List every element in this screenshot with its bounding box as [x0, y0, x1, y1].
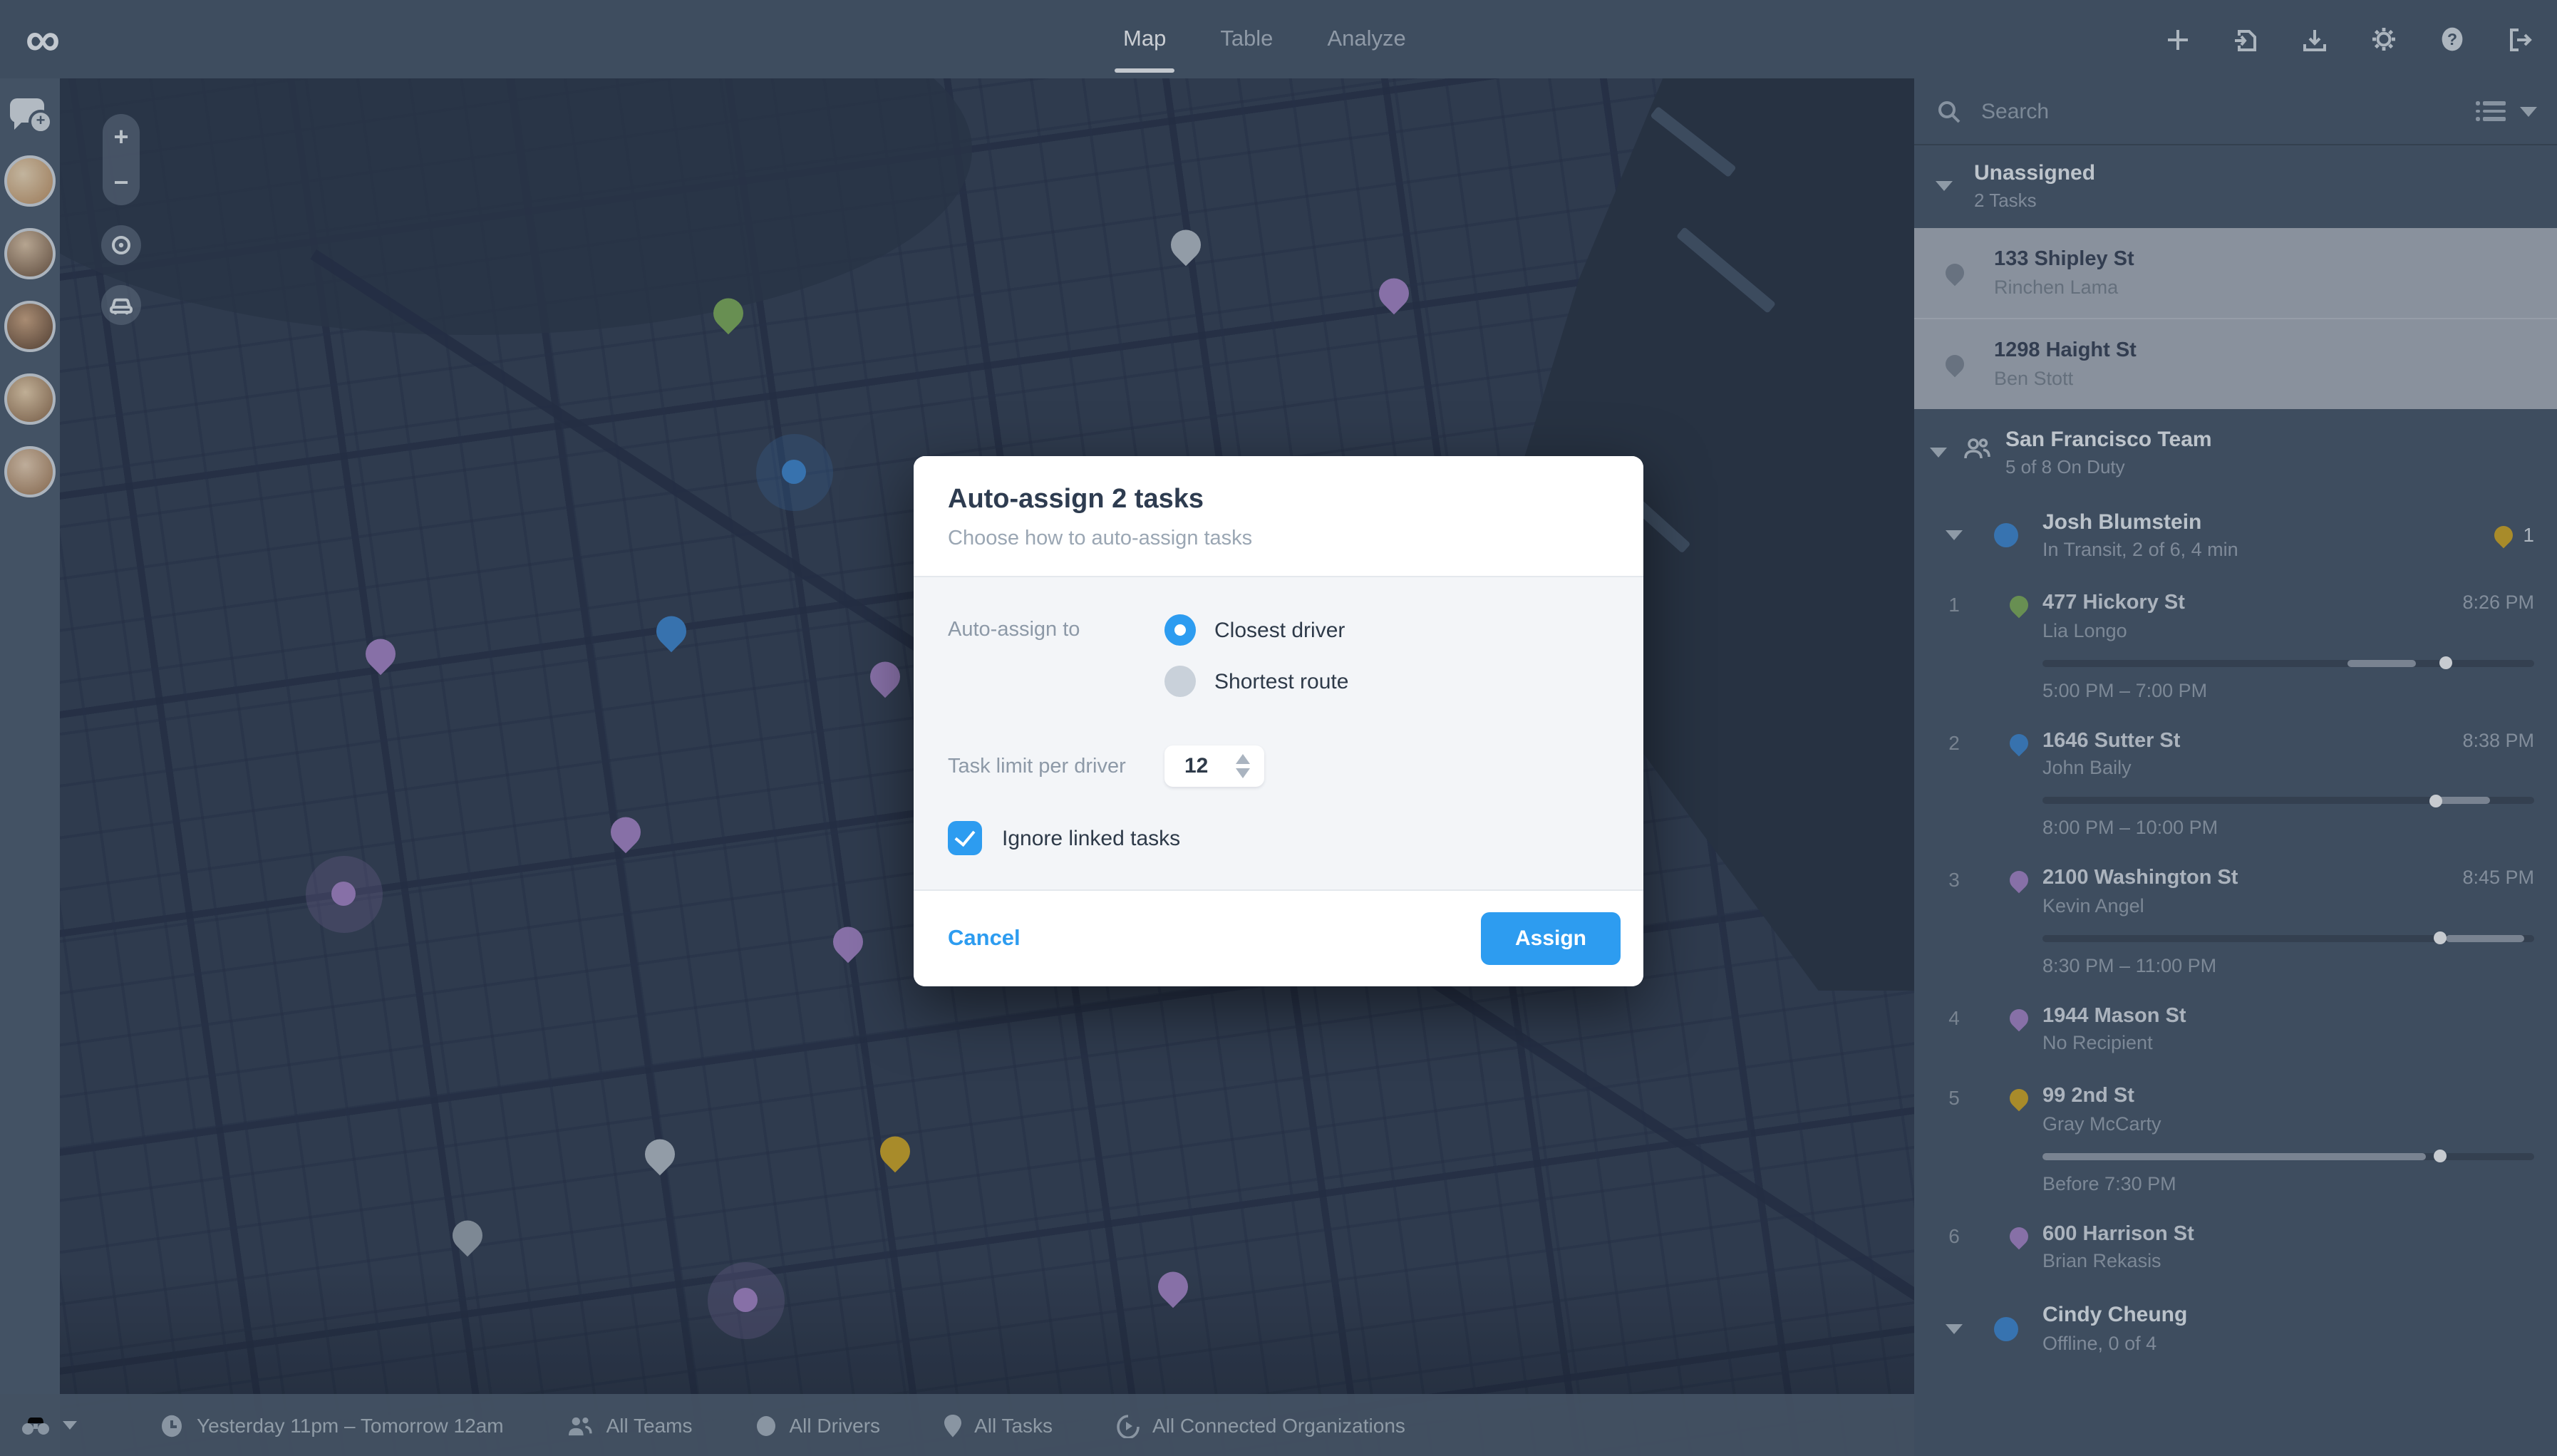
task-limit-label: Task limit per driver [948, 755, 1126, 778]
stepper-up-icon[interactable] [1236, 754, 1250, 764]
checkbox-label: Ignore linked tasks [1002, 826, 1181, 850]
modal-title: Auto-assign 2 tasks [948, 485, 1204, 515]
radio-closest-driver[interactable]: Closest driver [1164, 614, 1348, 646]
task-limit-value: 12 [1184, 754, 1209, 778]
stepper-down-icon[interactable] [1236, 768, 1250, 778]
onfleet-dashboard: + − ∞ Map Table Analyze ? + Search Unass… [0, 0, 2557, 1456]
radio-shortest-route[interactable]: Shortest route [1164, 666, 1348, 697]
task-limit-stepper[interactable]: 12 [1164, 745, 1264, 787]
checkbox-checked-icon[interactable] [948, 821, 982, 855]
auto-assign-modal: Auto-assign 2 tasks Choose how to auto-a… [914, 456, 1643, 986]
cancel-button[interactable]: Cancel [948, 926, 1021, 951]
ignore-linked-tasks-option[interactable]: Ignore linked tasks [948, 821, 1609, 855]
radio-unselected-icon [1164, 666, 1196, 697]
radio-label: Closest driver [1214, 618, 1345, 642]
assign-button[interactable]: Assign [1480, 912, 1621, 965]
radio-label: Shortest route [1214, 669, 1349, 693]
radio-selected-icon [1164, 614, 1196, 646]
modal-subtitle: Choose how to auto-assign tasks [948, 527, 1253, 550]
assign-to-label: Auto-assign to [948, 619, 1080, 641]
